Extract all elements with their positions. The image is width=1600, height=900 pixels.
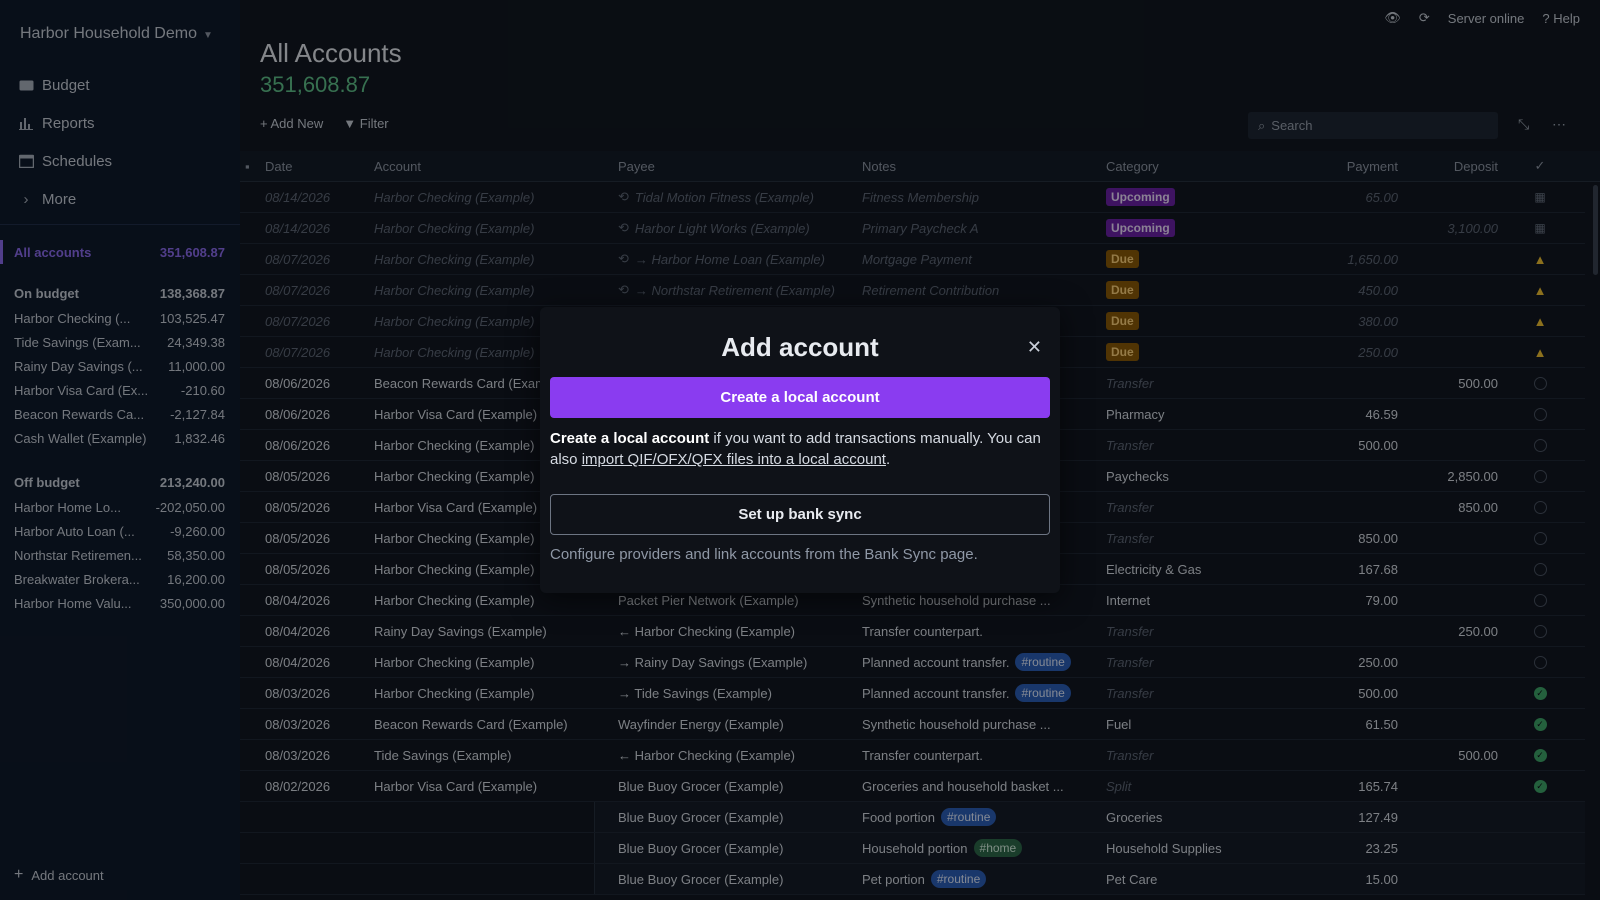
modal-title: Add account [721,332,879,362]
add-account-modal: Add account ✕ Create a local account Cre… [540,307,1060,593]
create-local-account-button[interactable]: Create a local account [550,377,1050,418]
description-bold: Create a local account [550,430,710,447]
modal-description: Create a local account if you want to ad… [550,428,1050,470]
close-icon[interactable]: ✕ [1027,337,1042,358]
import-files-link[interactable]: import QIF/OFX/QFX files into a local ac… [582,451,886,468]
bank-sync-help-text: Configure providers and link accounts fr… [550,546,978,563]
set-up-bank-sync-button[interactable]: Set up bank sync [550,494,1050,535]
description-end: . [885,451,891,468]
